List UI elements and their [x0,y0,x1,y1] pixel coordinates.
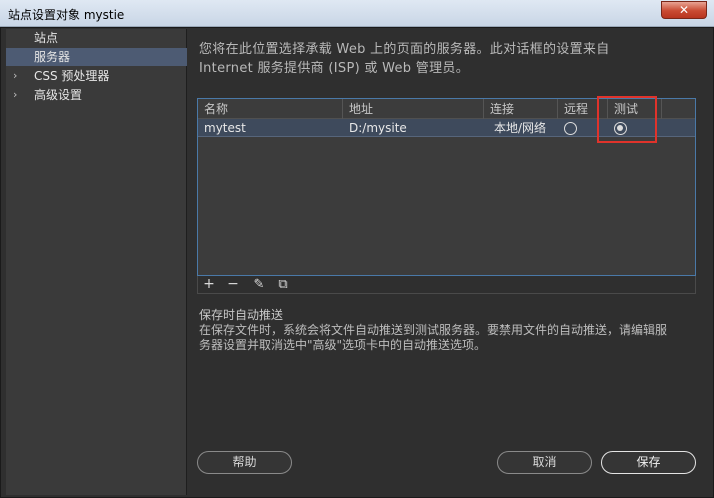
sidebar-item-advanced[interactable]: › 高级设置 [6,86,187,104]
sidebar-item-label: CSS 预处理器 [34,69,110,83]
description-line: 务器设置并取消选中"高级"选项卡中的自动推送选项。 [199,338,487,352]
add-server-button[interactable]: + [200,276,218,293]
cancel-button[interactable]: 取消 [497,451,592,474]
sidebar-item-site[interactable]: 站点 [6,29,187,47]
servers-panel: 您将在此位置选择承载 Web 上的页面的服务器。此对话框的设置来自 Intern… [187,28,713,497]
edit-server-button[interactable]: ✎ [250,276,268,293]
sidebar: 站点 服务器 › CSS 预处理器 › 高级设置 [6,29,187,495]
sidebar-item-label: 站点 [34,31,59,45]
remove-server-button[interactable]: − [224,276,242,293]
description-line: Internet 服务提供商 (ISP) 或 Web 管理员。 [199,61,469,76]
chevron-right-icon[interactable]: › [13,67,17,85]
highlight-box [597,96,657,143]
column-header-connection[interactable]: 连接 [484,99,558,119]
server-toolbar: + − ✎ ⧉ [197,276,696,294]
server-name-cell: mytest [204,121,246,135]
auto-push-title: 保存时自动推送 [199,308,284,322]
sidebar-item-label: 高级设置 [34,88,83,102]
server-address-cell: D:/mysite [349,121,407,135]
title-bar: 站点设置对象 mystie ✕ [0,0,714,27]
server-connection-cell: 本地/网络 [494,121,547,135]
description-line: 您将在此位置选择承载 Web 上的页面的服务器。此对话框的设置来自 [199,42,610,57]
description-line: 在保存文件时，系统会将文件自动推送到测试服务器。要禁用文件的自动推送，请编辑服 [199,323,668,337]
window-title: 站点设置对象 mystie [8,8,125,22]
column-header-name[interactable]: 名称 [198,99,343,119]
site-setup-dialog: 站点 服务器 › CSS 预处理器 › 高级设置 您将在此位置选择承载 Web … [0,27,714,498]
remote-radio[interactable] [564,122,577,135]
auto-push-description: 在保存文件时，系统会将文件自动推送到测试服务器。要禁用文件的自动推送，请编辑服 … [199,323,704,353]
sidebar-item-css-preprocessors[interactable]: › CSS 预处理器 [6,67,187,85]
duplicate-server-button[interactable]: ⧉ [274,276,292,293]
column-header-address[interactable]: 地址 [343,99,484,119]
sidebar-item-servers[interactable]: 服务器 [6,48,187,66]
sidebar-item-label: 服务器 [34,50,71,64]
servers-description: 您将在此位置选择承载 Web 上的页面的服务器。此对话框的设置来自 Intern… [199,40,699,78]
help-button[interactable]: 帮助 [197,451,292,474]
close-button[interactable]: ✕ [661,1,707,19]
save-button[interactable]: 保存 [601,451,696,474]
chevron-right-icon[interactable]: › [13,86,17,104]
